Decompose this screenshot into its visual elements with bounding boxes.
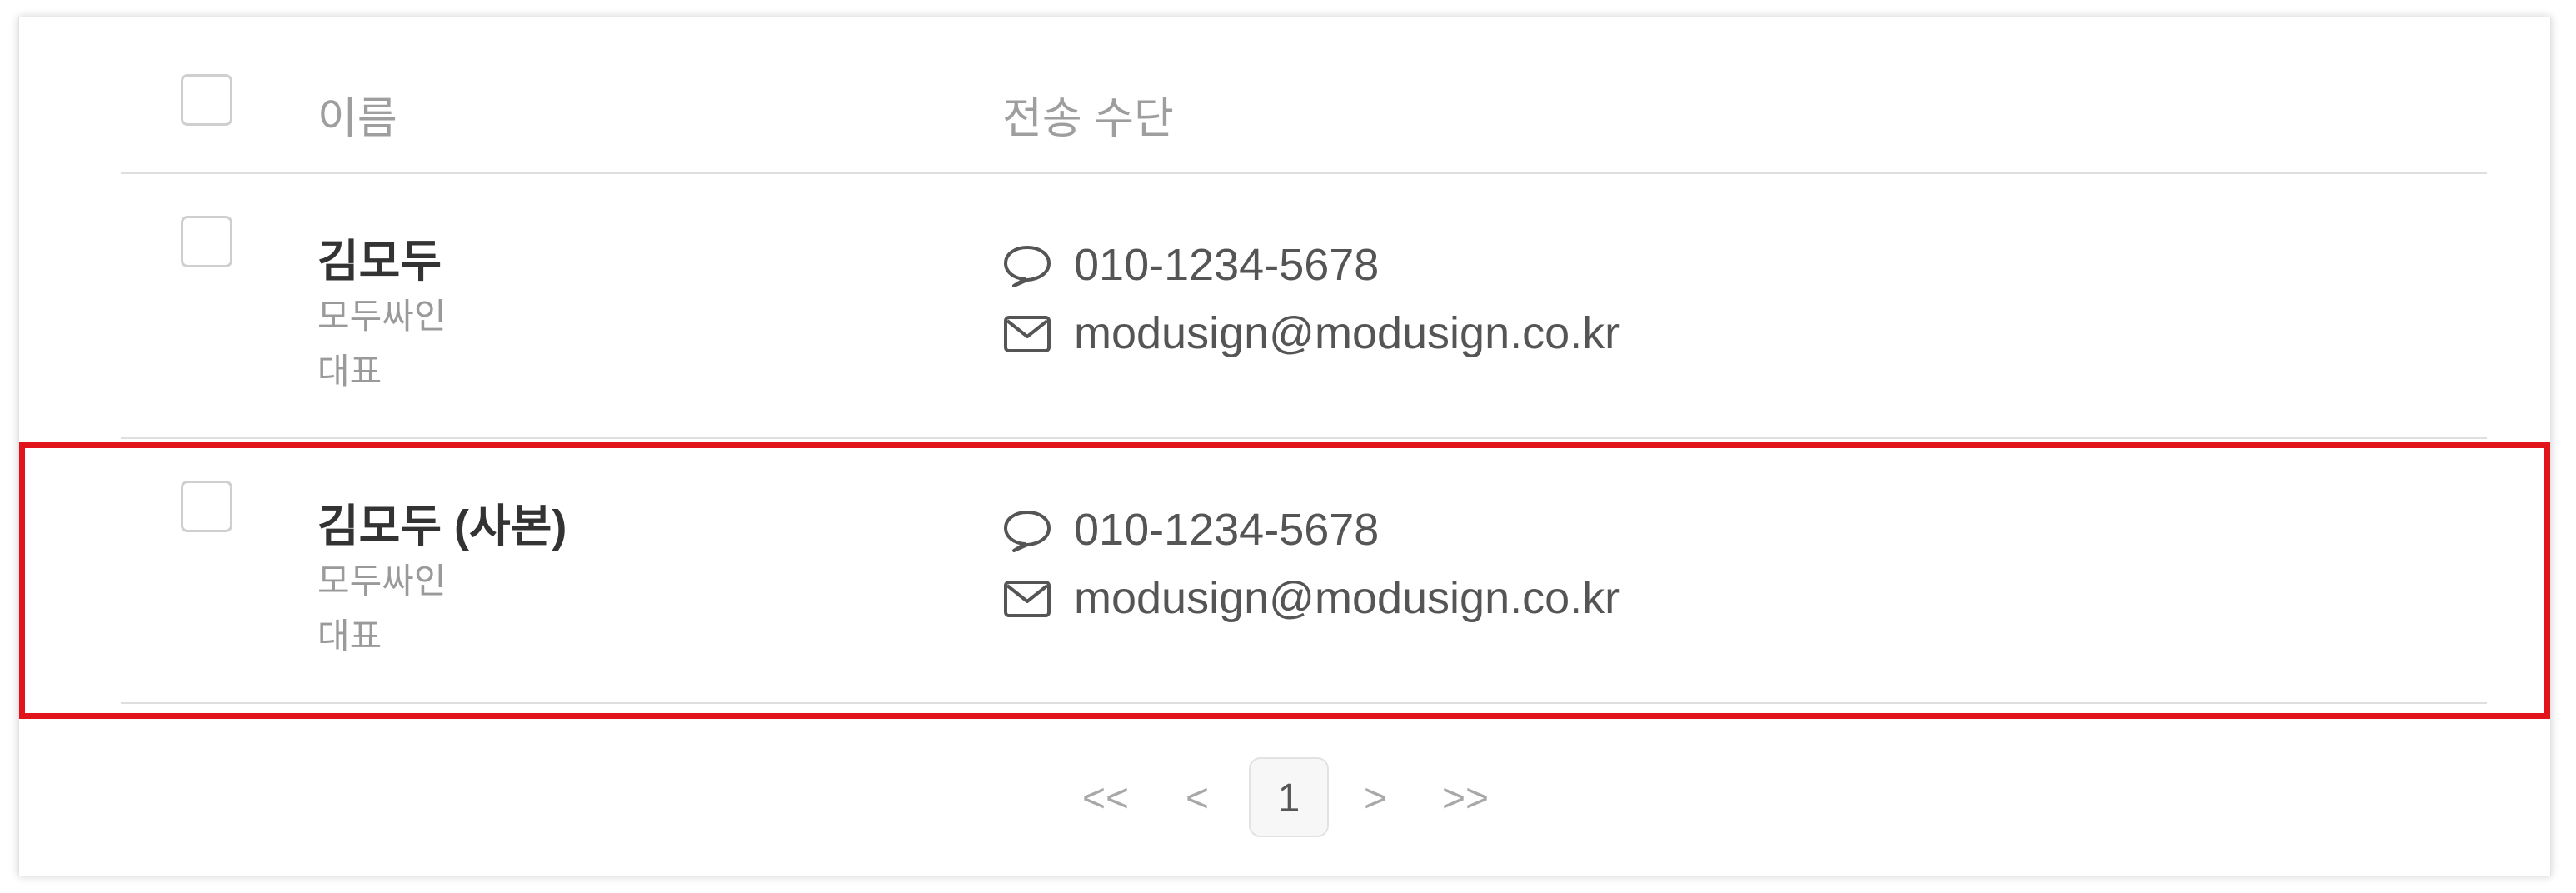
recipient-email: modusign@modusign.co.kr xyxy=(1074,573,1620,623)
recipient-phone: 010-1234-5678 xyxy=(1074,240,1380,290)
recipient-name: 김모두 (사본) xyxy=(317,501,567,551)
recipient-name: 김모두 xyxy=(317,237,442,287)
speech-bubble-icon xyxy=(1004,246,1051,287)
recipient-phone: 010-1234-5678 xyxy=(1074,505,1380,555)
prev-page-button[interactable]: < xyxy=(1186,757,1209,841)
speech-bubble-icon xyxy=(1004,511,1051,552)
table-row[interactable]: 김모두 모두싸인 대표 010-1234-5678 modusign@modus… xyxy=(121,174,2487,439)
recipient-table-panel: 이름 전송 수단 김모두 모두싸인 대표 010-1234-5678 modus… xyxy=(18,17,2551,876)
recipient-title: 대표 xyxy=(317,352,382,391)
select-all-checkbox[interactable] xyxy=(181,74,232,126)
column-header-name: 이름 xyxy=(317,95,397,143)
recipient-company: 모두싸인 xyxy=(317,297,447,336)
envelope-icon xyxy=(1004,316,1051,352)
row-checkbox[interactable] xyxy=(181,481,232,532)
first-page-button[interactable]: << xyxy=(1082,757,1129,841)
table-row[interactable]: 김모두 (사본) 모두싸인 대표 010-1234-5678 modusign@… xyxy=(121,439,2487,704)
row-checkbox[interactable] xyxy=(181,216,232,267)
recipient-email: modusign@modusign.co.kr xyxy=(1074,308,1620,358)
next-page-button[interactable]: > xyxy=(1364,757,1387,841)
column-header-channel: 전송 수단 xyxy=(1002,95,1174,143)
recipient-company: 모두싸인 xyxy=(317,561,447,601)
pagination: << < 1 > >> xyxy=(19,757,2550,841)
page-1-button[interactable]: 1 xyxy=(1249,757,1329,837)
table-header: 이름 전송 수단 xyxy=(121,17,2487,174)
recipient-title: 대표 xyxy=(317,616,382,656)
envelope-icon xyxy=(1004,581,1051,617)
last-page-button[interactable]: >> xyxy=(1442,757,1489,841)
